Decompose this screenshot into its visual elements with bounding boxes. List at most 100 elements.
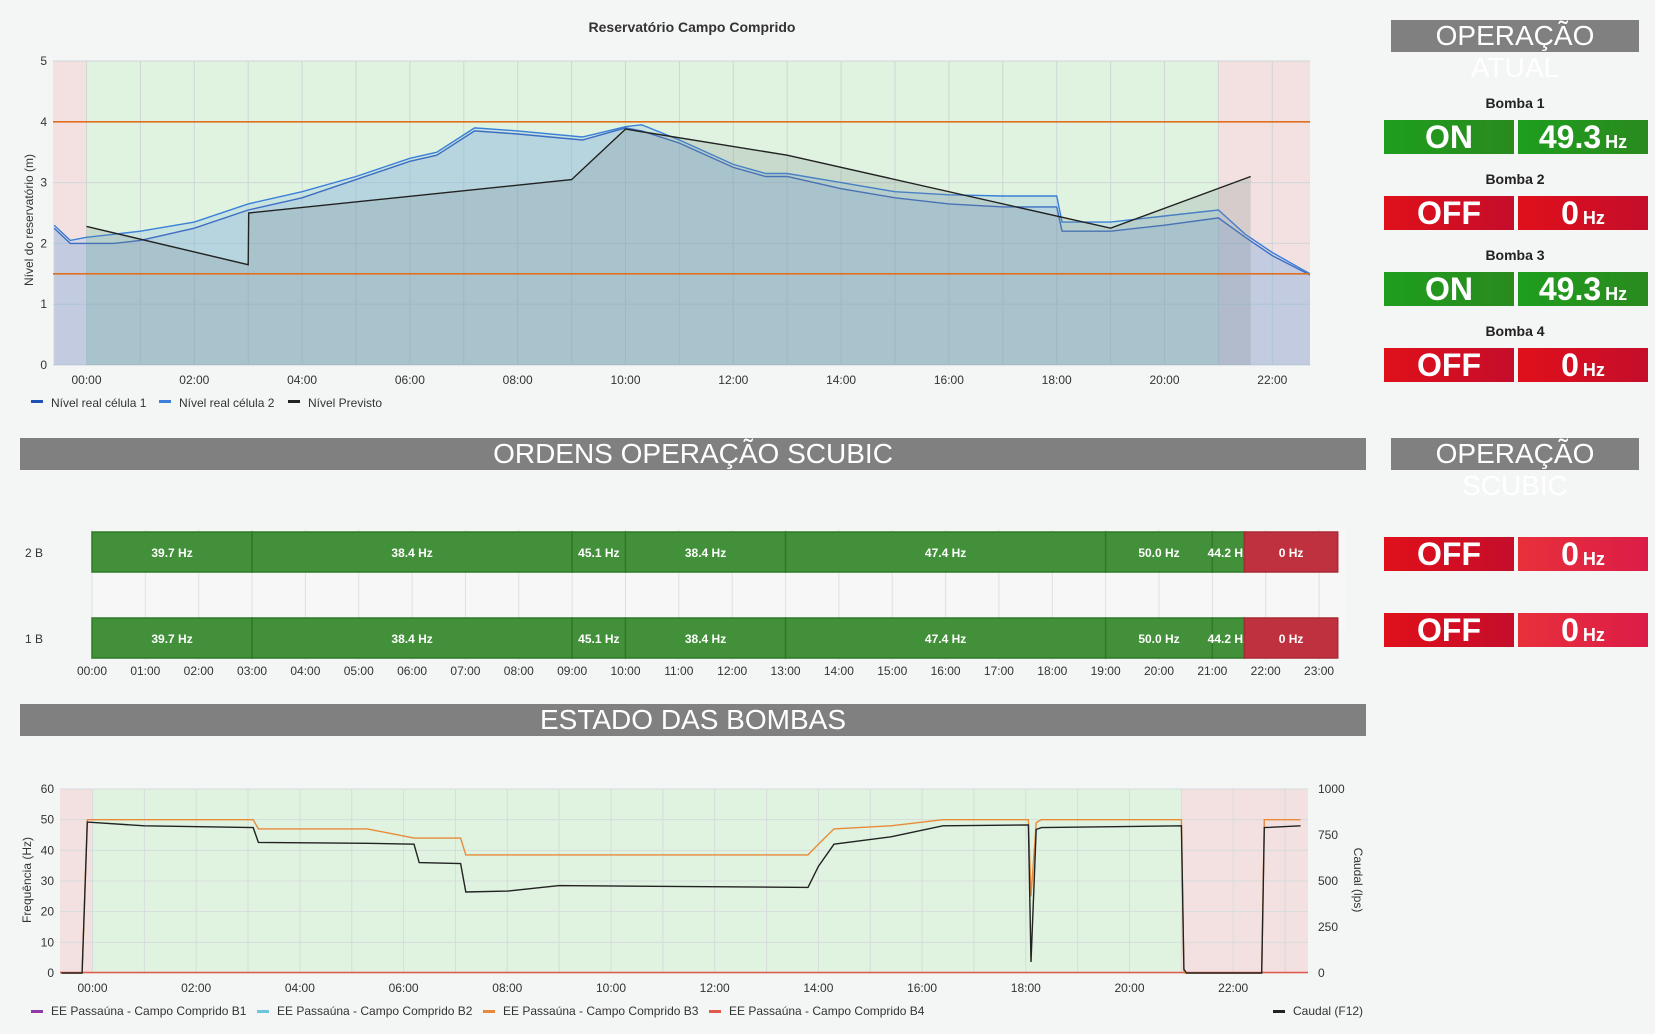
legend-item[interactable]: Caudal (F12) — [1293, 1004, 1363, 1018]
legend-swatch — [288, 400, 300, 403]
reservoir-x-tick: 08:00 — [503, 373, 533, 387]
scubic-segment-label: 0 Hz — [1279, 632, 1304, 646]
scubic-section-title: ORDENS OPERAÇÃO SCUBIC — [20, 438, 1366, 470]
pumps-x-tick: 08:00 — [492, 981, 522, 995]
reservoir-y-tick: 3 — [40, 176, 47, 190]
scubic-segment-label: 47.4 Hz — [925, 546, 966, 560]
reservoir-chart: Reservatório Campo Comprido Nível do res… — [22, 19, 1310, 410]
reservoir-x-tick: 16:00 — [934, 373, 964, 387]
pumps-y-tick-left: 30 — [41, 874, 55, 888]
scubic-x-tick: 18:00 — [1037, 664, 1067, 678]
pump-name: Bomba 1 — [1485, 95, 1545, 111]
scubic-x-tick: 02:00 — [184, 664, 214, 678]
pump-frequency-value: 0 — [1561, 195, 1579, 231]
scubic-x-tick: 17:00 — [984, 664, 1014, 678]
reservoir-plot-area: 0 1 2 3 4 5 00:00 02:00 04:00 06:00 08:00 10:00 12:0… — [40, 54, 1310, 387]
scubic-x-tick: 19:00 — [1091, 664, 1121, 678]
scubic-x-tick: 00:00 — [77, 664, 107, 678]
reservoir-legend: Nível real célula 1 Nível real célula 2 Ní… — [31, 396, 382, 410]
legend-swatch — [1273, 1010, 1285, 1013]
reservoir-x-tick: 22:00 — [1257, 373, 1287, 387]
pump-frequency-unit: Hz — [1582, 208, 1605, 228]
scubic-x-tick: 07:00 — [450, 664, 480, 678]
scubic-segment-label: 44.2 Hz — [1208, 632, 1249, 646]
pump-state-tile: ON — [1384, 272, 1514, 306]
scubic-x-tick: 08:00 — [504, 664, 534, 678]
reservoir-y-tick: 2 — [40, 236, 47, 250]
scubic-x-tick: 16:00 — [931, 664, 961, 678]
scubic-segment-label: 45.1 Hz — [578, 632, 619, 646]
pumps-y-tick-left: 0 — [47, 966, 54, 980]
reservoir-x-tick: 06:00 — [395, 373, 425, 387]
scubic-x-tick: 21:00 — [1197, 664, 1227, 678]
pump-frequency-unit: Hz — [1605, 284, 1628, 304]
scubic-x-tick: 06:00 — [397, 664, 427, 678]
pumps-y-tick-left: 50 — [41, 813, 55, 827]
pumps-plot-area: 0 10 20 30 40 50 60 0 250 500 750 1000 00:00 02:00 04:… — [41, 782, 1345, 995]
scubic-segment-label: 38.4 Hz — [685, 546, 726, 560]
scubic-segment-label: 38.4 Hz — [685, 632, 726, 646]
pump-frequency-value: 49.3 — [1538, 271, 1602, 307]
scubic-x-tick: 09:00 — [557, 664, 587, 678]
scubic-x-tick: 01:00 — [130, 664, 160, 678]
reservoir-x-tick: 20:00 — [1149, 373, 1179, 387]
legend-item[interactable]: Nível real célula 2 — [179, 396, 275, 410]
pump-name: Bomba 3 — [1485, 247, 1545, 263]
scubic-segment-label: 50.0 Hz — [1138, 632, 1179, 646]
legend-item[interactable]: EE Passaúna - Campo Comprido B1 — [51, 1004, 247, 1018]
pumps-x-tick: 02:00 — [181, 981, 211, 995]
legend-item[interactable]: Nível Previsto — [308, 396, 382, 410]
pump-frequency-value: 0 — [1561, 347, 1579, 383]
pumps-section-title: ESTADO DAS BOMBAS — [20, 704, 1366, 736]
scubic-frequency-tile: 0 Hz — [1518, 537, 1648, 571]
reservoir-x-tick: 10:00 — [610, 373, 640, 387]
legend-item[interactable]: EE Passaúna - Campo Comprido B2 — [277, 1004, 473, 1018]
legend-item[interactable]: Nível real célula 1 — [51, 396, 147, 410]
pumps-y-tick-left: 60 — [41, 782, 55, 796]
current-operation-title: OPERAÇÃO ATUAL — [1391, 20, 1639, 83]
pump-frequency-unit: Hz — [1582, 360, 1605, 380]
legend-swatch — [31, 400, 43, 403]
legend-swatch — [257, 1010, 269, 1013]
pumps-x-tick: 16:00 — [907, 981, 937, 995]
pump-name: Bomba 4 — [1485, 323, 1545, 339]
legend-item[interactable]: EE Passaúna - Campo Comprido B4 — [729, 1004, 925, 1018]
pumps-legend: EE Passaúna - Campo Comprido B1 EE Passaú… — [31, 1004, 1363, 1018]
pumps-x-tick: 18:00 — [1011, 981, 1041, 995]
reservoir-chart-title: Reservatório Campo Comprido — [589, 19, 796, 35]
scubic-x-tick: 10:00 — [610, 664, 640, 678]
pump-state-tile: ON — [1384, 120, 1514, 154]
pumps-x-tick: 14:00 — [803, 981, 833, 995]
pump-frequency-tile: 0 Hz — [1518, 196, 1648, 230]
scubic-frequency-value: 0 — [1561, 536, 1579, 572]
scubic-segment-label: 0 Hz — [1279, 546, 1304, 560]
legend-item[interactable]: EE Passaúna - Campo Comprido B3 — [503, 1004, 699, 1018]
reservoir-y-tick: 5 — [40, 54, 47, 68]
pumps-y-axis-right-label: Caudal (lps) — [1351, 848, 1365, 913]
pumps-y-tick-left: 20 — [41, 905, 55, 919]
pump-frequency-tile: 49.3 Hz — [1518, 120, 1648, 154]
reservoir-x-tick: 04:00 — [287, 373, 317, 387]
scubic-timeline: 00:00 01:00 02:00 03:00 04:00 05:00 06:00 07:00… — [25, 530, 1346, 678]
pumps-y-tick-right: 1000 — [1318, 782, 1345, 796]
pumps-x-tick: 22:00 — [1218, 981, 1248, 995]
scubic-segment-label: 39.7 Hz — [151, 546, 192, 560]
reservoir-x-tick: 18:00 — [1042, 373, 1072, 387]
legend-swatch — [31, 1010, 43, 1013]
pumps-x-tick: 06:00 — [389, 981, 419, 995]
pumps-chart: Frequência (Hz) Caudal (lps) 0 10 20 30 40 50… — [20, 782, 1365, 1018]
reservoir-x-tick: 14:00 — [826, 373, 856, 387]
pump-name: Bomba 2 — [1485, 171, 1545, 187]
scubic-frequency-unit: Hz — [1582, 549, 1605, 569]
scubic-x-tick: 03:00 — [237, 664, 267, 678]
pumps-y-axis-left-label: Frequência (Hz) — [20, 837, 34, 923]
pumps-y-tick-right: 500 — [1318, 874, 1338, 888]
pumps-y-tick-left: 40 — [41, 843, 55, 857]
scubic-frequency-tile: 0 Hz — [1518, 613, 1648, 647]
pumps-y-tick-left: 10 — [41, 935, 55, 949]
scubic-segment-label: 47.4 Hz — [925, 632, 966, 646]
scubic-frequency-unit: Hz — [1582, 625, 1605, 645]
legend-swatch — [483, 1010, 495, 1013]
scubic-x-tick: 05:00 — [344, 664, 374, 678]
scubic-row-label: 2 B — [25, 546, 43, 560]
